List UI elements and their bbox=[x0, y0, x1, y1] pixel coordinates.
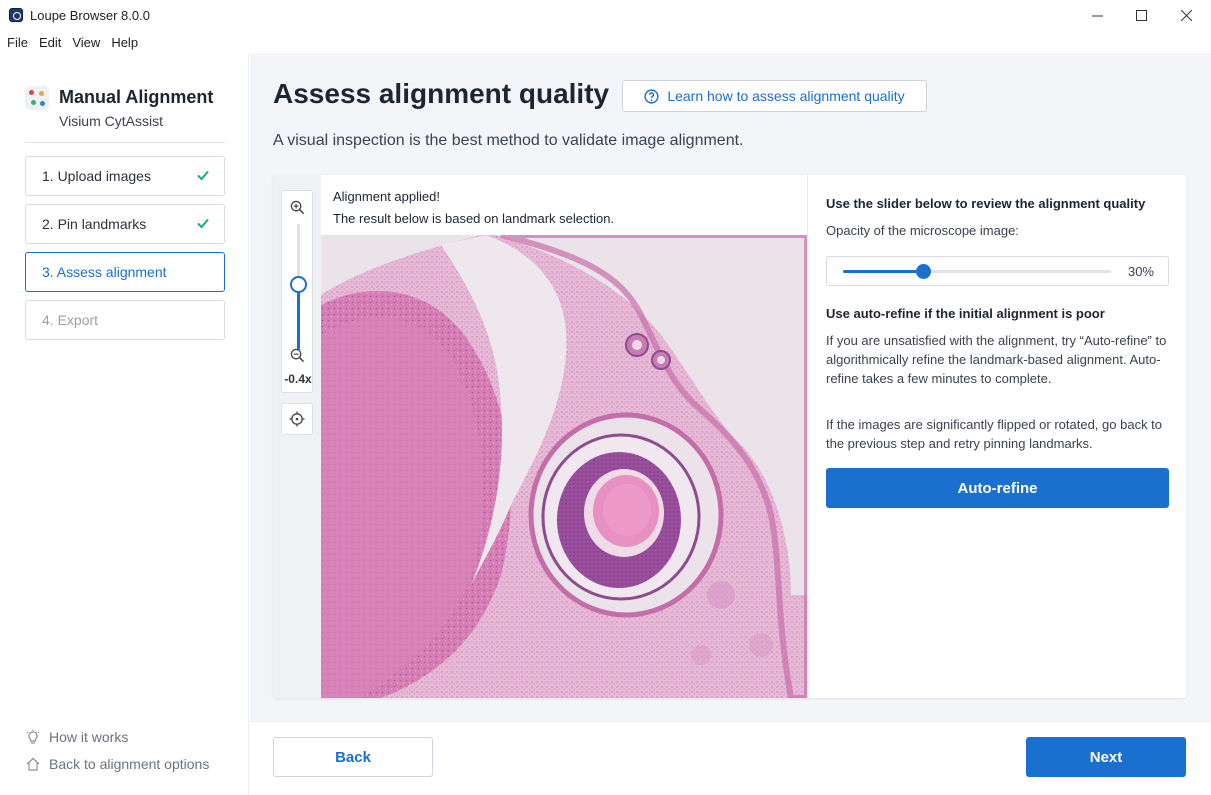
menu-view[interactable]: View bbox=[72, 35, 100, 50]
check-icon bbox=[197, 218, 209, 229]
autorefine-heading: Use auto-refine if the initial alignment… bbox=[826, 306, 1105, 321]
check-icon bbox=[197, 170, 209, 181]
step-label: 4. Export bbox=[42, 312, 99, 328]
zoom-level-label: -0.4x bbox=[284, 372, 312, 386]
step-pin-landmarks[interactable]: 2. Pin landmarks bbox=[25, 204, 225, 244]
back-to-alignment-options-link[interactable]: Back to alignment options bbox=[25, 756, 209, 772]
learn-how-button[interactable]: Learn how to assess alignment quality bbox=[622, 80, 927, 112]
how-it-works-label: How it works bbox=[49, 729, 129, 745]
how-it-works-link[interactable]: How it works bbox=[25, 729, 128, 745]
menu-help[interactable]: Help bbox=[111, 35, 138, 50]
zoom-out-icon[interactable] bbox=[290, 348, 305, 363]
menu-edit[interactable]: Edit bbox=[39, 35, 61, 50]
viewer-toolbar: -0.4x bbox=[273, 175, 321, 698]
footer-bar: Back Next bbox=[250, 721, 1211, 795]
zoom-slider-handle[interactable] bbox=[290, 275, 307, 293]
page-title: Assess alignment quality bbox=[273, 78, 610, 109]
recenter-button[interactable] bbox=[281, 403, 313, 435]
opacity-track-fill bbox=[843, 270, 924, 273]
opacity-slider-box: 30% bbox=[826, 256, 1169, 286]
manual-alignment-icon bbox=[25, 86, 49, 110]
review-panel: Use the slider below to review the align… bbox=[807, 175, 1186, 698]
sidebar: Manual Alignment Visium CytAssist 1. Upl… bbox=[0, 53, 249, 795]
zoom-in-icon[interactable] bbox=[290, 200, 305, 215]
zoom-control: -0.4x bbox=[281, 190, 313, 393]
menu-file[interactable]: File bbox=[7, 35, 28, 50]
opacity-label: Opacity of the microscope image: bbox=[826, 223, 1019, 238]
home-icon bbox=[26, 757, 40, 771]
title-bar: Loupe Browser 8.0.0 bbox=[0, 0, 1211, 31]
alignment-result-text: The result below is based on landmark se… bbox=[333, 211, 615, 226]
slider-heading: Use the slider below to review the align… bbox=[826, 196, 1146, 211]
alignment-applied-text: Alignment applied! bbox=[333, 189, 440, 204]
window-title: Loupe Browser 8.0.0 bbox=[30, 8, 150, 23]
sidebar-divider bbox=[25, 142, 225, 143]
sidebar-title: Manual Alignment bbox=[59, 87, 214, 107]
menu-bar: File Edit View Help bbox=[0, 31, 1211, 53]
step-label: 1. Upload images bbox=[42, 168, 151, 184]
lightbulb-icon bbox=[26, 729, 40, 744]
next-button[interactable]: Next bbox=[1026, 737, 1186, 777]
step-assess-alignment[interactable]: 3. Assess alignment bbox=[25, 252, 225, 292]
crosshair-icon bbox=[289, 411, 305, 427]
auto-refine-button[interactable]: Auto-refine bbox=[826, 468, 1169, 508]
alignment-card: -0.4x Alignment applied! The result belo… bbox=[273, 175, 1186, 698]
main-content: Assess alignment quality Learn how to as… bbox=[250, 53, 1211, 721]
help-circle-icon bbox=[644, 88, 659, 104]
alignment-message: Alignment applied! The result below is b… bbox=[321, 175, 807, 235]
step-label: 2. Pin landmarks bbox=[42, 216, 147, 232]
opacity-value: 30% bbox=[1127, 264, 1154, 279]
back-to-options-label: Back to alignment options bbox=[49, 756, 210, 772]
zoom-track-fill bbox=[297, 284, 300, 350]
tissue-image bbox=[321, 235, 807, 698]
opacity-slider-handle[interactable] bbox=[915, 264, 931, 279]
step-label: 3. Assess alignment bbox=[42, 264, 167, 280]
learn-how-label: Learn how to assess alignment quality bbox=[667, 88, 905, 104]
flipped-rotated-note: If the images are significantly flipped … bbox=[826, 417, 1163, 451]
page-description: A visual inspection is the best method t… bbox=[273, 132, 744, 149]
maximize-icon[interactable] bbox=[1118, 0, 1164, 31]
app-icon bbox=[9, 8, 23, 22]
step-export: 4. Export bbox=[25, 300, 225, 340]
autorefine-description: If you are unsatisfied with the alignmen… bbox=[826, 333, 1167, 386]
sidebar-subtitle: Visium CytAssist bbox=[59, 113, 163, 129]
tissue-image-viewer[interactable] bbox=[321, 235, 807, 698]
back-button[interactable]: Back bbox=[273, 737, 433, 777]
step-upload-images[interactable]: 1. Upload images bbox=[25, 156, 225, 196]
close-icon[interactable] bbox=[1163, 0, 1209, 31]
minimize-icon[interactable] bbox=[1074, 0, 1120, 31]
